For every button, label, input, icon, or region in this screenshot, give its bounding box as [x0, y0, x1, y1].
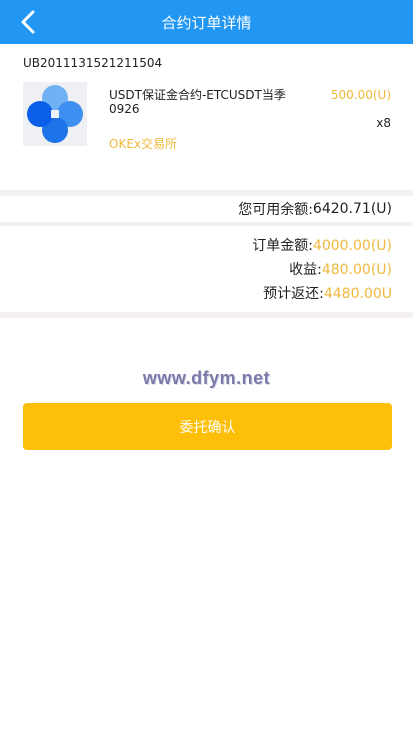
balance-row: 您可用余额: 6420.71(U): [0, 196, 413, 222]
product-card: USDT保证金合约-ETCUSDT当季0926 500.00(U) x8 OKE…: [0, 72, 413, 190]
product-logo: [23, 82, 87, 146]
balance-value: 6420.71(U): [312, 201, 392, 217]
expected-return-row: 预计返还:4480.00U: [0, 282, 392, 306]
product-name: USDT保证金合约-ETCUSDT当季0926: [109, 88, 286, 116]
product-quantity: x8: [376, 116, 391, 130]
order-id: UB2011131521211504: [23, 56, 163, 70]
profit-label: 收益:: [289, 262, 322, 278]
page-title: 合约订单详情: [161, 13, 252, 32]
order-summary: 订单金额:4000.00(U) 收益:480.00(U) 预计返还:4480.0…: [0, 226, 413, 312]
exchange-name: OKEx交易所: [109, 137, 177, 151]
balance-label: 您可用余额:: [238, 202, 313, 218]
expected-return-value: 4480.00U: [323, 286, 392, 302]
order-amount-label: 订单金额:: [252, 238, 313, 254]
watermark-text: www.dfym.net: [142, 368, 271, 388]
expected-return-label: 预计返还:: [263, 286, 324, 302]
chevron-left-icon: [21, 10, 35, 34]
back-button[interactable]: [14, 8, 42, 36]
order-amount-value: 4000.00(U): [312, 238, 392, 254]
header-bar: 合约订单详情: [0, 0, 413, 44]
exchange-logo-icon: [27, 85, 83, 143]
profit-value: 480.00(U): [321, 262, 392, 278]
profit-row: 收益:480.00(U): [0, 258, 392, 282]
section-divider: [0, 312, 413, 318]
product-price: 500.00(U): [330, 88, 391, 102]
confirm-order-button[interactable]: 委托确认: [23, 403, 392, 450]
order-amount-row: 订单金额:4000.00(U): [0, 234, 392, 258]
